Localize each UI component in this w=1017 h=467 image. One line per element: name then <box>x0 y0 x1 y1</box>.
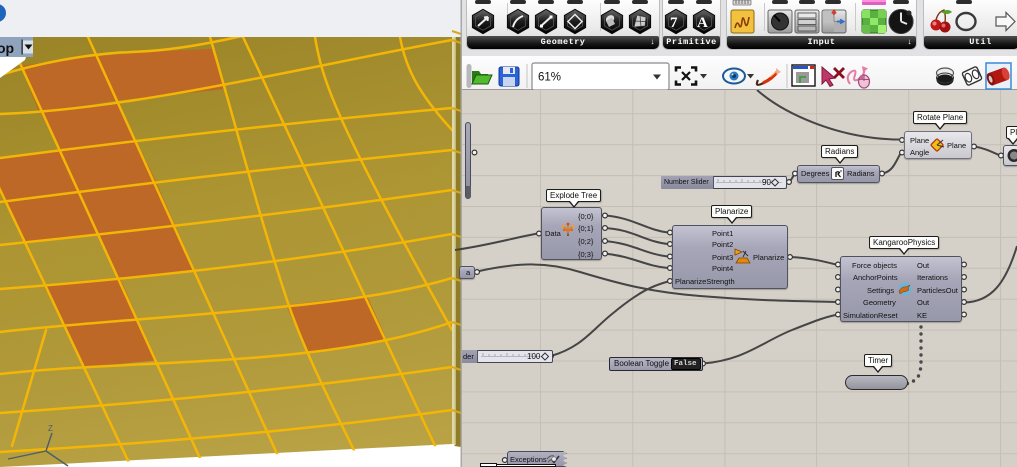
svg-text:7: 7 <box>670 15 678 31</box>
svg-text:A: A <box>697 15 708 31</box>
svg-text:Z: Z <box>48 424 53 433</box>
svg-text:61%: 61% <box>538 72 561 84</box>
